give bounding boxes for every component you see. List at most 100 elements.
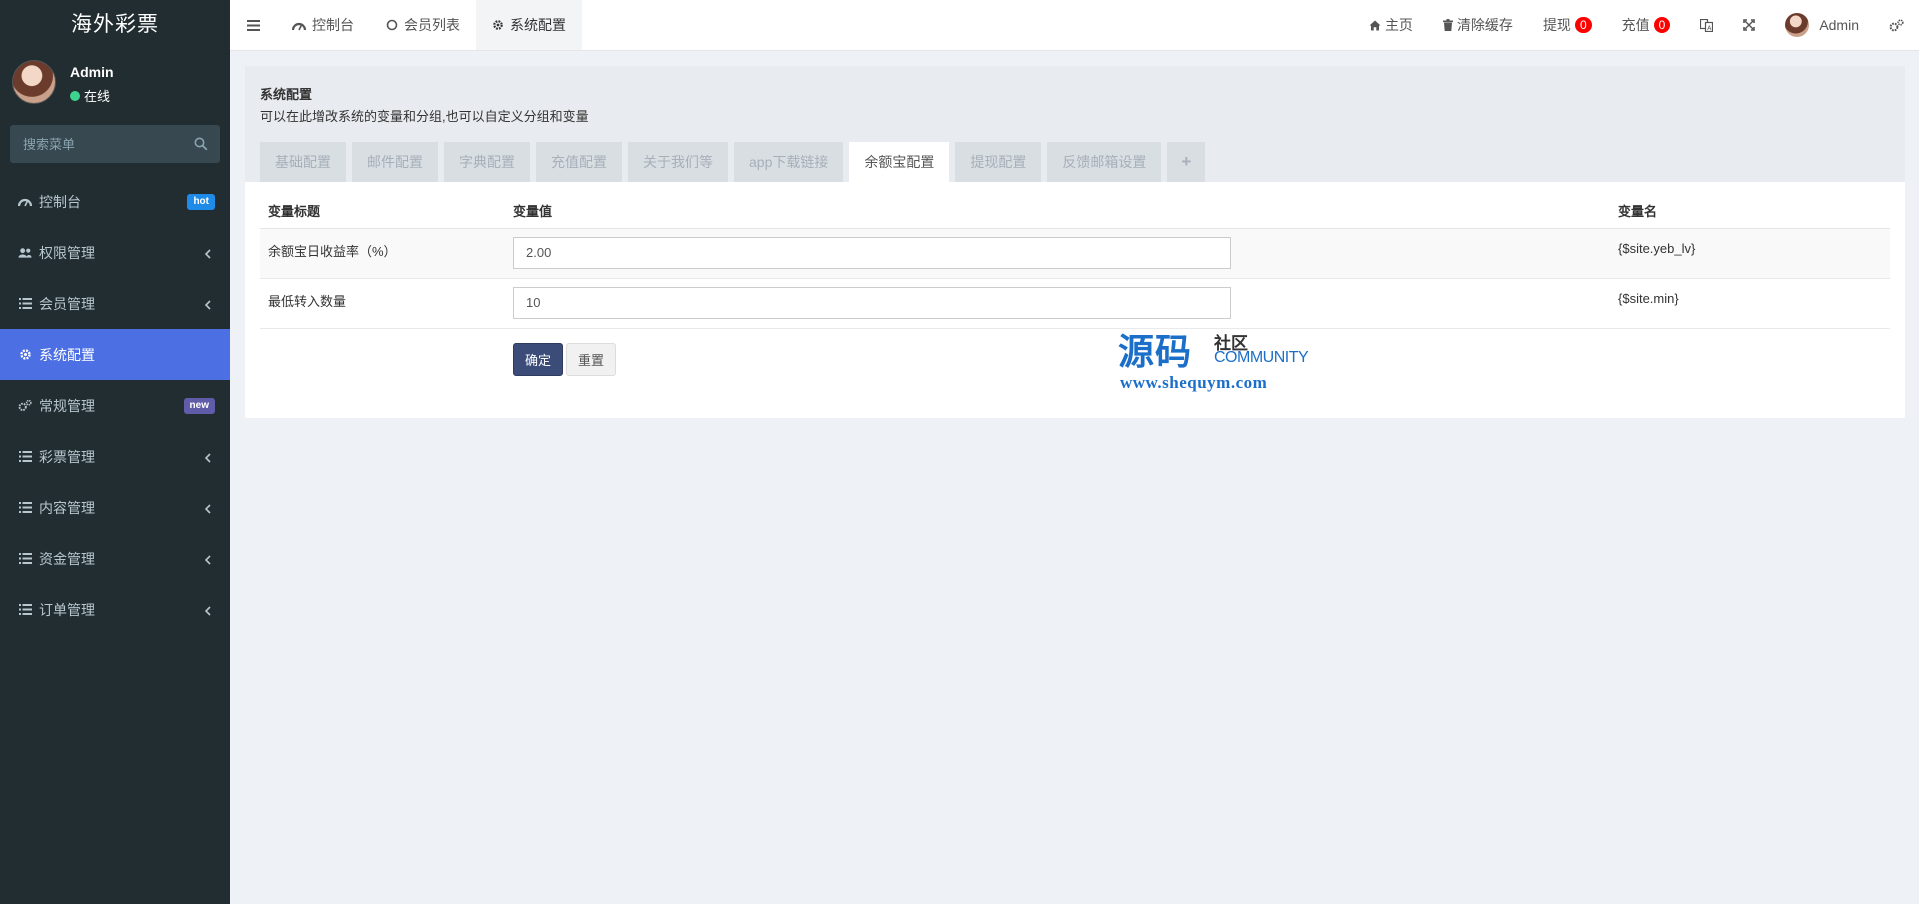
sidebar-item-label: 权限管理 (39, 244, 95, 261)
list-icon (18, 450, 32, 464)
home-label: 主页 (1384, 17, 1413, 33)
cogs-icon (18, 399, 32, 413)
tab-basic-config[interactable]: 基础配置 (260, 142, 346, 182)
page-description: 可以在此增改系统的变量和分组,也可以自定义分组和变量 (260, 109, 589, 124)
sidebar-item-content[interactable]: 内容管理 (0, 482, 230, 533)
sidebar: 海外彩票 Admin 在线 控制台 hot 权限管理 会员管理 系统配 (0, 0, 230, 904)
column-header-value: 变量值 (505, 194, 1610, 229)
recharge-label: 充值 (1621, 17, 1650, 33)
recharge-count-badge: 0 (1653, 17, 1671, 33)
dashboard-icon (292, 22, 306, 30)
chevron-left-icon (204, 300, 211, 310)
gear-icon (18, 348, 32, 362)
variable-name: {$site.min} (1610, 278, 1890, 329)
tab-feedback-email[interactable]: 反馈邮箱设置 (1047, 142, 1162, 182)
variable-name: {$site.yeb_lv} (1610, 228, 1890, 279)
search-input[interactable] (10, 125, 180, 163)
list-icon (18, 552, 32, 566)
admin-menu[interactable]: Admin (1770, 0, 1874, 50)
translate-icon: A (1700, 18, 1714, 32)
column-header-title: 变量标题 (260, 194, 505, 229)
circle-icon (386, 19, 398, 31)
clear-cache-link[interactable]: 清除缓存 (1428, 0, 1528, 50)
tab-dashboard[interactable]: 控制台 (276, 0, 370, 50)
tab-about-us[interactable]: 关于我们等 (628, 142, 728, 182)
menu-toggle-icon[interactable] (230, 0, 276, 50)
sidebar-item-permissions[interactable]: 权限管理 (0, 227, 230, 278)
sidebar-item-label: 内容管理 (39, 499, 95, 516)
tab-system-config[interactable]: 系统配置 (476, 0, 582, 50)
tab-withdraw-config[interactable]: 提现配置 (955, 142, 1042, 182)
sidebar-item-system-config[interactable]: 系统配置 (0, 329, 230, 380)
sidebar-item-label: 常规管理 (39, 397, 95, 414)
list-icon (18, 603, 32, 617)
column-header-name: 变量名 (1610, 194, 1890, 229)
watermark-community-text: COMMUNITY (1214, 349, 1309, 366)
user-name: Admin (70, 64, 114, 80)
gear-icon (493, 20, 503, 30)
trash-icon (1442, 19, 1453, 31)
top-navbar: 控制台 会员列表 系统配置 主页 清除缓存 提现 0 充值 0 A Admin (230, 0, 1919, 51)
variable-title: 余额宝日收益率（%） (260, 228, 505, 279)
min-transfer-input[interactable] (513, 286, 1231, 319)
chevron-left-icon (204, 249, 211, 259)
cogs-icon (1889, 18, 1904, 31)
chevron-left-icon (204, 504, 211, 514)
chevron-left-icon (204, 606, 211, 616)
sidebar-item-general[interactable]: 常规管理 new (0, 380, 230, 431)
users-icon (18, 246, 32, 260)
tab-email-config[interactable]: 邮件配置 (352, 142, 438, 182)
avatar (1785, 13, 1810, 37)
variable-value-cell (505, 228, 1610, 279)
tab-app-download-link[interactable]: app下载链接 (734, 142, 844, 182)
user-panel: Admin 在线 (0, 50, 230, 118)
language-button[interactable]: A (1685, 0, 1728, 50)
sidebar-item-funds[interactable]: 资金管理 (0, 533, 230, 584)
tab-recharge-config[interactable]: 充值配置 (536, 142, 622, 182)
tab-member-list[interactable]: 会员列表 (370, 0, 476, 50)
page-title: 系统配置 (260, 87, 313, 102)
tab-dictionary-config[interactable]: 字典配置 (444, 142, 530, 182)
withdraw-link[interactable]: 提现 0 (1528, 0, 1607, 50)
sidebar-item-label: 资金管理 (39, 550, 95, 567)
fullscreen-icon (1743, 19, 1756, 31)
user-status: 在线 (70, 86, 110, 105)
sidebar-item-lottery[interactable]: 彩票管理 (0, 431, 230, 482)
search-icon[interactable] (194, 137, 208, 151)
admin-label: Admin (1819, 17, 1859, 33)
watermark-url: www.shequym.com (1120, 373, 1268, 392)
sidebar-item-dashboard[interactable]: 控制台 hot (0, 176, 230, 227)
avatar (12, 60, 56, 104)
watermark-logo: 源码 社区 COMMUNITY www.shequym.com (1118, 323, 1318, 393)
tab-yuebao-config[interactable]: 余额宝配置 (849, 142, 950, 182)
sidebar-search (10, 125, 220, 163)
config-tabs: 基础配置 邮件配置 字典配置 充值配置 关于我们等 app下载链接 余额宝配置 … (260, 142, 1206, 182)
brand-title[interactable]: 海外彩票 (0, 0, 230, 50)
settings-button[interactable] (1874, 0, 1919, 50)
home-icon (1369, 20, 1381, 30)
withdraw-label: 提现 (1542, 17, 1571, 33)
chevron-left-icon (204, 453, 211, 463)
online-dot-icon (70, 90, 80, 101)
new-badge: new (183, 398, 215, 414)
fullscreen-button[interactable] (1728, 0, 1770, 50)
variables-table: 变量标题 变量值 变量名 余额宝日收益率（%） {$site.yeb_lv} 最… (260, 194, 1890, 329)
hot-badge: hot (187, 194, 215, 210)
yeb-rate-input[interactable] (513, 236, 1231, 269)
table-row: 最低转入数量 {$site.min} (260, 278, 1890, 329)
user-status-label: 在线 (84, 89, 111, 104)
sidebar-menu: 控制台 hot 权限管理 会员管理 系统配置 常规管理 new 彩票管理 内容管… (0, 176, 230, 635)
reset-button[interactable]: 重置 (566, 343, 617, 376)
sidebar-item-members[interactable]: 会员管理 (0, 278, 230, 329)
variable-value-cell (505, 278, 1610, 329)
tab-label: 控制台 (312, 17, 354, 33)
clear-cache-label: 清除缓存 (1456, 17, 1513, 33)
recharge-link[interactable]: 充值 0 (1607, 0, 1686, 50)
add-tab-button[interactable]: + (1167, 142, 1206, 182)
home-link[interactable]: 主页 (1354, 0, 1428, 50)
sidebar-item-orders[interactable]: 订单管理 (0, 584, 230, 635)
tab-label: 系统配置 (510, 17, 566, 33)
sidebar-item-label: 彩票管理 (39, 448, 95, 465)
confirm-button[interactable]: 确定 (513, 343, 564, 376)
tab-label: 会员列表 (404, 17, 460, 33)
